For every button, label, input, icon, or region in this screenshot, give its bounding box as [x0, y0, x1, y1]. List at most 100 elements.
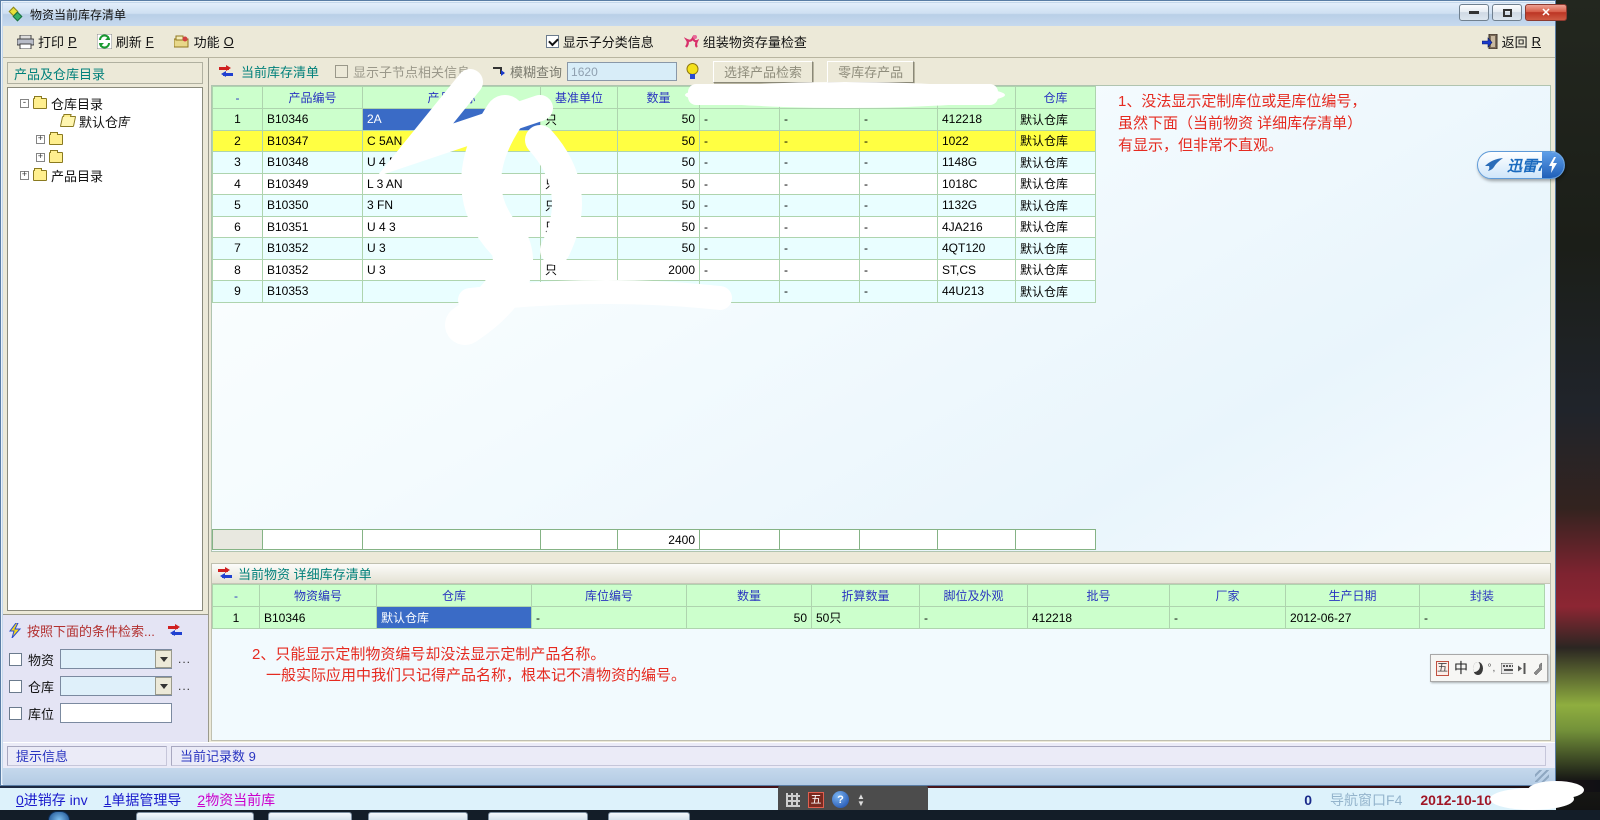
ime-toolbar[interactable]: 五 中 °, — [1430, 654, 1548, 682]
maximize-icon — [1503, 9, 1512, 17]
refresh-label: 刷新 — [116, 32, 142, 51]
tree-item-erased-2[interactable]: + — [8, 148, 202, 166]
location-checkbox[interactable] — [9, 707, 22, 720]
checkbox-checked-icon[interactable] — [546, 35, 559, 48]
col-erased-3 — [860, 87, 938, 109]
window-bottom-frame — [3, 768, 1555, 785]
nav-link-inv[interactable]: 0进销存 inv — [16, 790, 88, 810]
warehouse-label: 仓库 — [28, 677, 54, 696]
function-button[interactable]: 功能O — [168, 29, 240, 54]
taskbar-button[interactable] — [488, 812, 588, 820]
resize-grip[interactable] — [1535, 770, 1549, 782]
swap-icon[interactable] — [168, 625, 182, 637]
function-hotkey: O — [224, 34, 234, 49]
col-production-date: 生产日期 — [1286, 585, 1420, 607]
table-row[interactable]: 8B10352U 3只2000---ST,CS默认仓库 — [213, 259, 1096, 281]
help-icon[interactable]: ? — [832, 791, 849, 808]
search-panel-title: 按照下面的条件检索... — [3, 615, 208, 642]
swap-icon[interactable] — [219, 66, 233, 78]
warehouse-more-button[interactable]: ... — [178, 679, 191, 693]
show-subnode-checkbox[interactable]: 显示子节点相关信息 — [335, 62, 470, 81]
swap-icon[interactable] — [218, 568, 232, 580]
col-material-code: 物资编号 — [260, 585, 377, 607]
ime-mini-widget[interactable]: 五 ? ▲▼ — [778, 786, 928, 813]
ime-wubi-icon[interactable]: 五 — [1436, 661, 1449, 676]
material-more-button[interactable]: ... — [178, 652, 191, 666]
print-button[interactable]: 打印P — [11, 29, 83, 54]
table-row[interactable]: 5B103503 FN只50---1132G默认仓库 — [213, 195, 1096, 217]
col-erased-2 — [780, 87, 860, 109]
parent-status-right: 0 导航窗口F4 2012-10-10 — [1304, 790, 1492, 810]
tree-item-erased-1[interactable]: + — [8, 130, 202, 148]
expand-icon[interactable]: + — [36, 135, 45, 144]
col-product-code: 产品编号 — [263, 87, 363, 109]
expand-icon[interactable]: + — [20, 171, 29, 180]
col-quantity: 数量 — [687, 585, 812, 607]
taskbar — [0, 810, 1600, 820]
ime-wubi-icon[interactable]: 五 — [808, 792, 824, 808]
table-row[interactable]: 7B10352U 3只50---4QT120默认仓库 — [213, 238, 1096, 260]
return-button[interactable]: 返回R — [1482, 32, 1541, 51]
expand-icon[interactable]: + — [36, 153, 45, 162]
warehouse-checkbox[interactable] — [9, 680, 22, 693]
taskbar-button[interactable] — [268, 812, 352, 820]
sidebar: 产品及仓库目录 - 仓库目录 默认仓库 + + — [3, 58, 209, 742]
fuzzy-query-input[interactable] — [567, 62, 677, 81]
tree-item-default-warehouse[interactable]: 默认仓库 — [8, 112, 202, 130]
annotation-1-line-3: 有显示，但非常不直观。 — [1118, 134, 1283, 155]
lightning-bolt-icon[interactable] — [1542, 152, 1564, 178]
table-row[interactable]: 4B10349L 3 AN只50---1018C默认仓库 — [213, 173, 1096, 195]
selected-cell[interactable]: 2A — [363, 109, 541, 131]
table-row[interactable]: 2B10347C 5AN只50---1022默认仓库 — [213, 130, 1096, 152]
close-button[interactable]: ✕ — [1525, 4, 1567, 21]
taskbar-button[interactable] — [608, 812, 690, 820]
chevron-down-icon[interactable] — [155, 650, 172, 668]
function-icon — [174, 35, 190, 48]
ime-chinese-icon[interactable]: 中 — [1454, 658, 1468, 678]
minimize-button[interactable] — [1459, 4, 1489, 21]
show-subcategory-checkbox[interactable]: 显示子分类信息 — [540, 29, 660, 54]
maximize-button[interactable] — [1492, 4, 1522, 21]
table-row[interactable]: 1B103462A只50---412218默认仓库 — [213, 109, 1096, 131]
table-row[interactable]: 9B10353只50---44U213默认仓库 — [213, 281, 1096, 303]
col-warehouse: 仓库 — [377, 585, 532, 607]
table-row[interactable]: 6B10351U 4 3只50---4JA216默认仓库 — [213, 216, 1096, 238]
collapse-icon[interactable]: - — [20, 99, 29, 108]
nav-link-documents[interactable]: 1单据管理导 — [104, 790, 182, 810]
material-checkbox[interactable] — [9, 653, 22, 666]
col-batch: 批号 — [1028, 585, 1170, 607]
location-label: 库位 — [28, 704, 54, 723]
ime-arrows-icon[interactable]: ▲▼ — [857, 793, 865, 807]
tree-item-warehouse-root[interactable]: - 仓库目录 — [8, 94, 202, 112]
tree-item-product-root[interactable]: + 产品目录 — [8, 166, 202, 184]
ime-fullwidth-moon-icon[interactable] — [1473, 662, 1483, 675]
ime-punctuation-icon[interactable]: °, — [1488, 663, 1497, 674]
detail-row[interactable]: 1 B10346 默认仓库 - 50 50只 - 412218 - 2012-0… — [213, 607, 1545, 629]
col-package: 封装 — [1420, 585, 1545, 607]
taskbar-button[interactable] — [368, 812, 468, 820]
ime-wrench-icon[interactable] — [1532, 662, 1542, 675]
chevron-down-icon[interactable] — [155, 677, 172, 695]
refresh-button[interactable]: 刷新F — [91, 29, 160, 54]
nav-link-current-inventory[interactable]: 2物资当前库 — [197, 790, 275, 810]
material-combo[interactable] — [60, 649, 172, 669]
detail-panel-title: 当前物资 详细库存清单 — [212, 564, 1550, 584]
select-product-search-button[interactable]: 选择产品检索 — [713, 61, 813, 83]
warehouse-combo[interactable] — [60, 676, 172, 696]
taskbar-button[interactable] — [136, 812, 254, 820]
selected-cell[interactable]: 默认仓库 — [377, 607, 532, 629]
ime-keyboard-icon[interactable] — [1501, 663, 1513, 674]
xunlei-widget[interactable]: 迅雷7 — [1477, 151, 1565, 179]
assembly-check-button[interactable]: 组装物资存量检查 — [678, 29, 813, 54]
drag-grid-icon[interactable] — [786, 793, 800, 807]
tree-label: 默认仓库 — [79, 112, 131, 131]
printer-icon — [17, 35, 34, 49]
col-erased-4 — [938, 87, 1016, 109]
ime-split-icon[interactable] — [1518, 663, 1528, 674]
material-label: 物资 — [28, 650, 54, 669]
zero-stock-button[interactable]: 零库存产品 — [827, 61, 914, 83]
table-row[interactable]: 3B10348U 4 BN只50---1148G默认仓库 — [213, 152, 1096, 174]
location-input[interactable] — [60, 703, 172, 723]
folder-icon — [49, 134, 63, 145]
start-orb[interactable] — [48, 811, 70, 820]
